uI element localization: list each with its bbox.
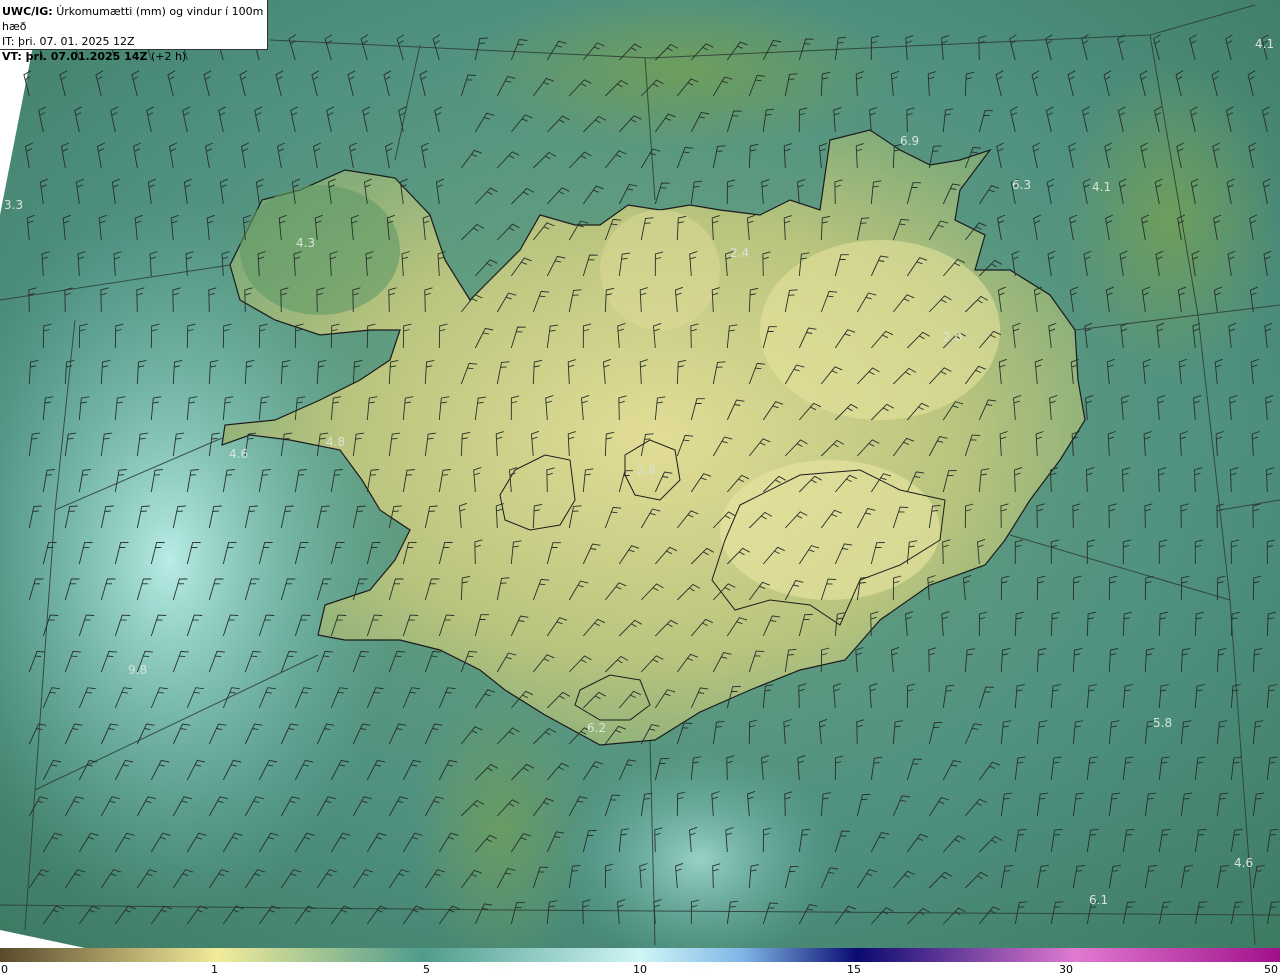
colorbar-tick: 30 bbox=[1059, 963, 1073, 976]
lead-time: (+2 h) bbox=[150, 50, 187, 63]
value-label: 6.9 bbox=[900, 134, 920, 148]
value-label: 2.0 bbox=[943, 330, 963, 344]
highland-north bbox=[760, 240, 1000, 420]
value-label: 4.8 bbox=[326, 435, 346, 449]
westfjords-green bbox=[240, 185, 400, 315]
value-label: 4.1 bbox=[1092, 180, 1112, 194]
south-sea-field bbox=[560, 750, 840, 970]
map-header: UWC/IG: Úrkomumætti (mm) og vindur í 100… bbox=[0, 0, 268, 63]
valid-time: VT: þri. 07.01.2025 14Z bbox=[2, 50, 148, 63]
value-label: 2.4 bbox=[730, 246, 750, 260]
product-label: UWC/IG: bbox=[2, 5, 53, 18]
value-label: 6.1 bbox=[1089, 893, 1109, 907]
value-label: 4.1 bbox=[1255, 37, 1275, 51]
init-time: þri. 07. 01. 2025 12Z bbox=[17, 35, 135, 48]
colorbar-tick: 15 bbox=[847, 963, 861, 976]
header-line-3: VT: þri. 07.01.2025 14Z (+2 h) bbox=[2, 49, 267, 64]
colorbar bbox=[0, 948, 1280, 962]
colorbar-ticks: 0 1 5 10 15 30 50 bbox=[0, 962, 1280, 978]
header-line-2: IT: þri. 07. 01. 2025 12Z bbox=[2, 34, 267, 49]
south-green-field bbox=[410, 690, 590, 970]
colorbar-tick: 1 bbox=[211, 963, 218, 976]
value-label: 4.6 bbox=[1234, 856, 1254, 870]
precipitation-map bbox=[0, 0, 1280, 970]
header-line-1: UWC/IG: Úrkomumætti (mm) og vindur í 100… bbox=[2, 4, 267, 34]
value-label: 6.2 bbox=[587, 721, 607, 735]
value-label: 2.6 bbox=[637, 463, 657, 477]
value-label: 5.8 bbox=[1153, 716, 1173, 730]
value-label: 3.3 bbox=[4, 198, 24, 212]
highland-west bbox=[600, 210, 720, 330]
value-label: 9.8 bbox=[128, 663, 148, 677]
init-label: IT: bbox=[2, 35, 15, 48]
value-label: 4.6 bbox=[229, 447, 249, 461]
colorbar-tick: 10 bbox=[633, 963, 647, 976]
east-green-field bbox=[1060, 60, 1280, 380]
colorbar-tick: 0 bbox=[1, 963, 8, 976]
value-label: 6.3 bbox=[1012, 178, 1032, 192]
colorbar-tick: 5 bbox=[423, 963, 430, 976]
value-label: 4.3 bbox=[296, 236, 316, 250]
colorbar-tick: 50 bbox=[1264, 963, 1278, 976]
